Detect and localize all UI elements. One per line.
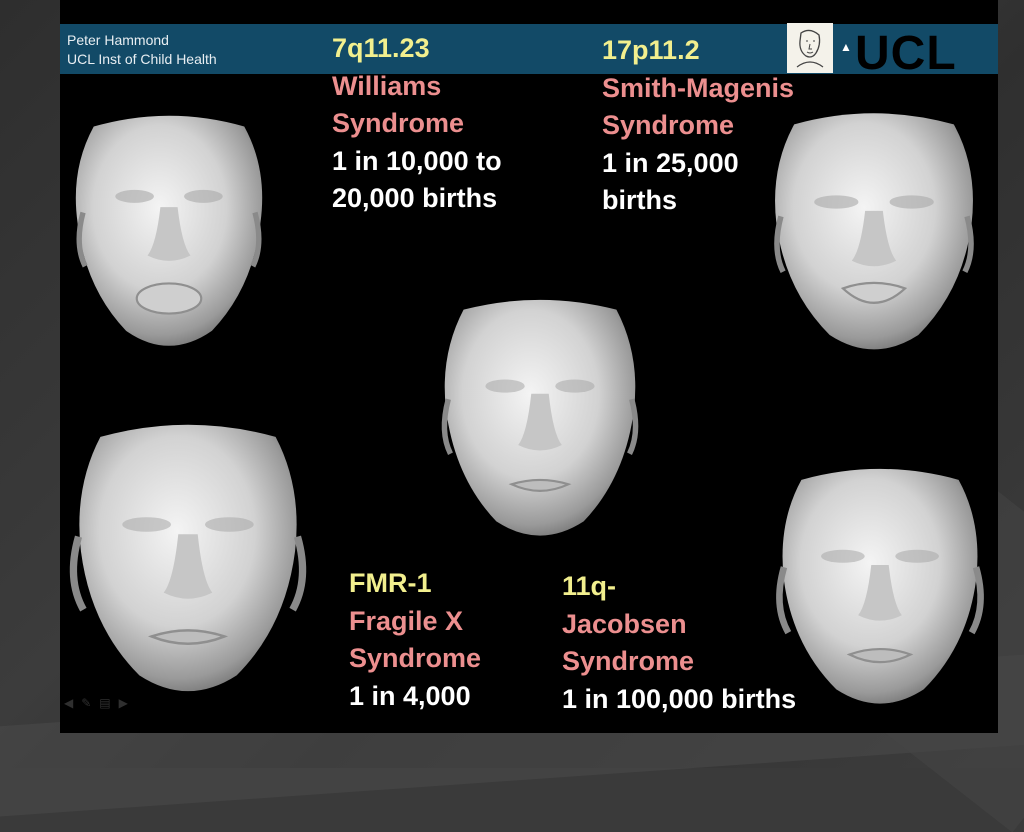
fragile-x-label: FMR-1 Fragile X Syndrome 1 in 4,000 <box>349 565 481 715</box>
author-name: Peter Hammond <box>67 32 169 48</box>
ucl-portico-icon: ▲ <box>840 40 852 54</box>
arrow-right-icon[interactable]: ▶ <box>119 696 128 710</box>
arrow-left-icon[interactable]: ◀ <box>64 696 73 710</box>
williams-label: 7q11.23 Williams Syndrome 1 in 10,000 to… <box>332 30 502 218</box>
williams-frequency-line1: 1 in 10,000 to <box>332 145 502 176</box>
slides-icon[interactable]: ▤ <box>99 696 110 710</box>
williams-name-line2: Syndrome <box>332 108 465 138</box>
fragile-x-face-render <box>62 415 314 707</box>
jacobsen-label: 11q- Jacobsen Syndrome 1 in 100,000 birt… <box>562 568 796 718</box>
jacobsen-name-line2: Syndrome <box>562 646 695 676</box>
fragile-x-name-line1: Fragile X <box>349 605 464 636</box>
williams-face-render <box>60 105 278 363</box>
williams-frequency-line2: 20,000 births <box>332 183 498 213</box>
jacobsen-face-render <box>762 458 998 720</box>
typical-face-render <box>424 290 656 552</box>
author-credit: Peter Hammond UCL Inst of Child Health <box>67 31 217 69</box>
jacobsen-locus: 11q- <box>562 571 617 601</box>
slide: Peter Hammond UCL Inst of Child Health ▲… <box>60 0 998 733</box>
smith-magenis-locus: 17p11.2 <box>602 35 700 65</box>
ucl-logo-text: UCL <box>855 27 957 80</box>
author-institution: UCL Inst of Child Health <box>67 51 217 67</box>
williams-locus: 7q11.23 <box>332 33 430 63</box>
jacobsen-frequency: 1 in 100,000 births <box>562 683 797 714</box>
williams-name-line1: Williams <box>332 70 442 101</box>
fragile-x-locus: FMR-1 <box>349 568 432 598</box>
jacobsen-name-line1: Jacobsen <box>562 608 687 639</box>
fragile-x-name-line2: Syndrome <box>349 643 482 673</box>
fragile-x-frequency: 1 in 4,000 <box>349 680 471 711</box>
slideshow-controls: ◀ ✎ ▤ ▶ <box>64 696 128 710</box>
smith-magenis-face-render <box>758 100 990 366</box>
pen-icon[interactable]: ✎ <box>81 696 91 710</box>
